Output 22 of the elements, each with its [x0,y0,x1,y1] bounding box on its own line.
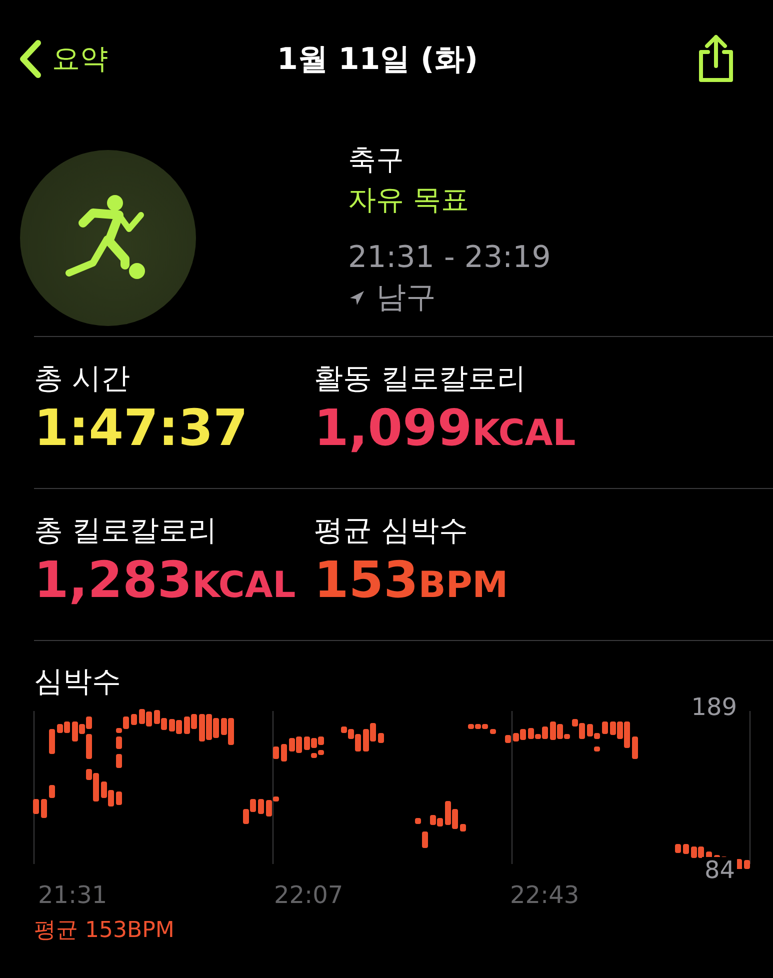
stat-label: 평균 심박수 [314,512,470,549]
time-axis-label: 22:07 [274,881,344,909]
axis-max-label: 189 [691,693,737,721]
average-heart-rate: 평균 153BPM [34,917,174,945]
stat-label: 활동 킬로칼로리 [314,360,528,397]
time-axis-label: 22:43 [510,881,580,909]
stat-value: 1,283KCAL [34,550,296,611]
time-axis-label: 21:31 [38,881,108,909]
date-title: 1월 11일 (화) [277,40,478,78]
chart-title: 심박수 [34,663,122,699]
stat-value: 153BPM [314,550,508,611]
stat-label: 총 킬로칼로리 [34,512,218,549]
time-range: 21:31 - 23:19 [348,239,551,277]
back-button[interactable]: 요약 [18,39,108,79]
workout-name: 축구 [348,142,405,178]
location-arrow-icon [348,289,366,307]
stat-label: 총 시간 [34,360,132,397]
stat-value: 1,099KCAL [314,398,576,459]
workout-goal: 자유 목표 [348,182,470,218]
stat-value: 1:47:37 [34,398,248,459]
location-name: 남구 [376,279,436,317]
chevron-left-icon [18,39,42,79]
